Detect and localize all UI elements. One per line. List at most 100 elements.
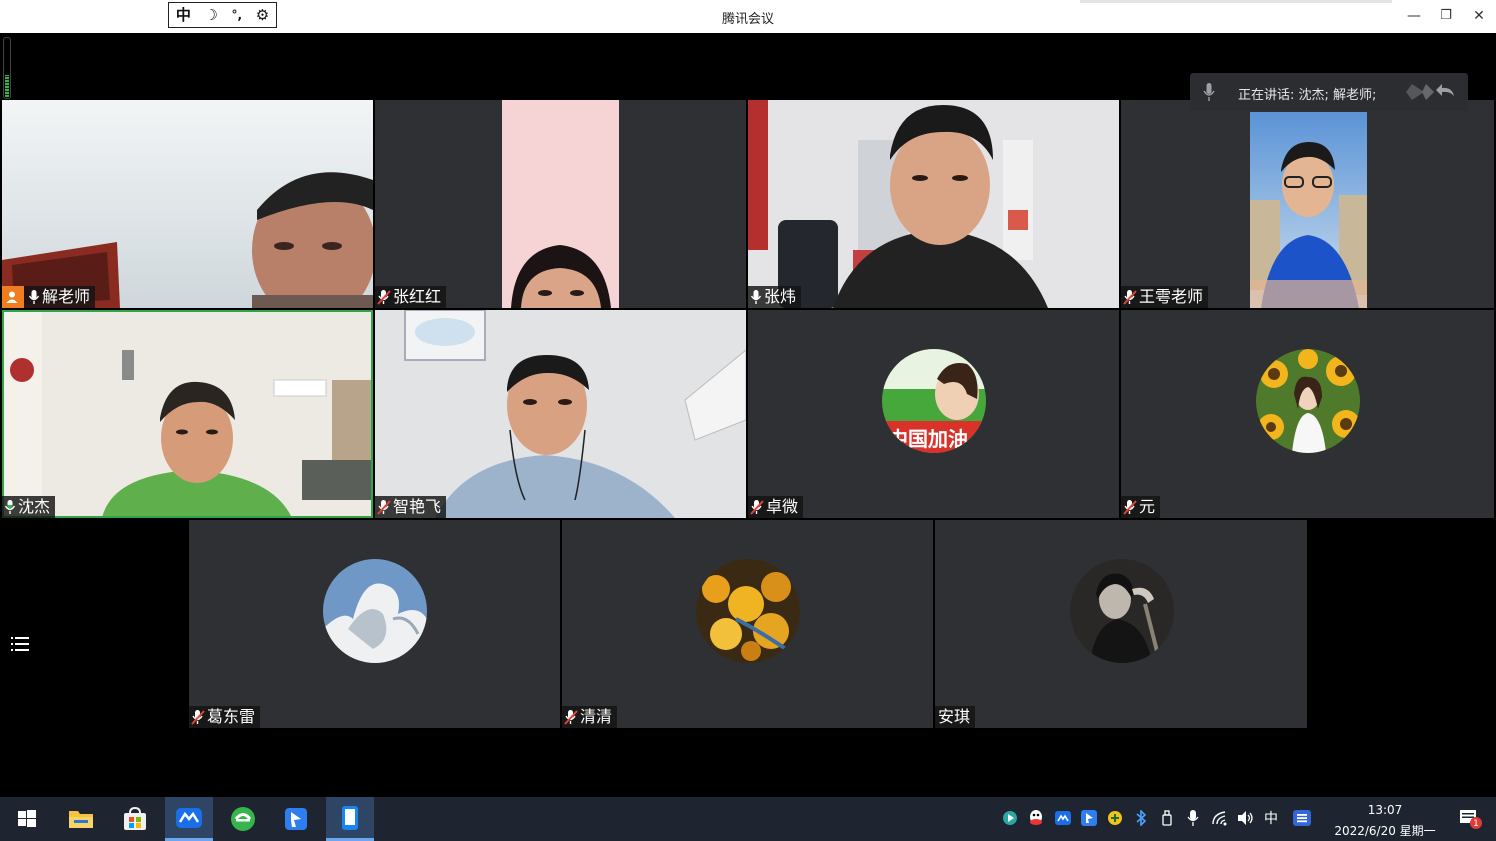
participant-name: 解老师 [42,287,91,306]
bluetooth-icon[interactable] [1132,809,1150,827]
microphone-icon [1203,83,1215,101]
video-feed [375,100,746,308]
taskbar: 中 1 [0,797,1496,841]
participant-name: 智艳飞 [393,497,442,516]
speaking-indicator: 正在讲话: 沈杰; 解老师; [1190,73,1468,111]
audio-level-fill [5,75,9,97]
start-button[interactable] [3,797,51,841]
feishu-tray-icon[interactable] [1080,809,1098,827]
host-badge-icon [2,286,24,308]
windows-icon [18,810,36,827]
participant-name: 卓微 [766,497,799,516]
tencent-meeting-button[interactable] [165,797,213,841]
phone-icon [342,805,358,830]
participant-name: 安琪 [938,707,971,726]
participant-name: 沈杰 [18,497,51,516]
restore-button[interactable]: ❐ [1436,6,1456,26]
participant-tile[interactable]: 张炜 [748,100,1119,308]
participant-name-tag: 张红红 [375,286,447,308]
participant-name: 元 [1139,497,1156,516]
feishu-icon [285,808,307,830]
video-feed [375,310,746,518]
feishu-button[interactable] [272,797,320,841]
ime-settings-icon[interactable] [1293,809,1311,827]
participant-name: 葛东雷 [207,707,256,726]
panel-controls-icon[interactable] [1404,82,1456,102]
store-button[interactable] [111,797,159,841]
participant-avatar [1070,559,1174,663]
participant-name-tag: 张炜 [748,286,802,308]
usb-drive-icon[interactable] [1158,809,1176,827]
tray-app-icon[interactable] [1001,809,1019,827]
video-feed [748,100,1119,308]
participant-tile[interactable]: 元 [1121,310,1494,518]
notification-center-icon[interactable]: 1 [1459,810,1483,829]
plus-badge-icon[interactable] [1106,809,1124,827]
overlay-edge [1080,0,1392,3]
microphone-icon [28,290,40,304]
microphone-muted-icon [750,500,764,515]
qq-icon[interactable] [1027,809,1045,827]
participant-name-tag: 安琪 [935,706,976,728]
participant-tile[interactable]: 智艳飞 [375,310,746,518]
video-feed [2,310,373,518]
tencent-meeting-icon [176,807,202,828]
participant-name: 王雩老师 [1139,287,1204,306]
folder-icon [69,811,93,828]
list-icon[interactable] [9,633,31,655]
participant-name-tag: 元 [1121,496,1161,518]
participant-name-tag: 沈杰 [2,496,56,518]
close-button[interactable]: ✕ [1469,6,1489,26]
participant-name: 清清 [580,707,613,726]
microphone-muted-icon [377,500,391,515]
participant-name-tag: 卓微 [748,496,804,518]
volume-icon[interactable] [1237,809,1255,827]
microphone-tray-icon[interactable] [1184,809,1202,827]
participant-name-tag: 智艳飞 [375,496,447,518]
participant-tile[interactable]: 解老师 [2,100,373,308]
notification-count: 1 [1473,819,1479,829]
participant-avatar [1256,349,1360,453]
participant-tile[interactable]: 安琪 [935,520,1307,728]
participant-name: 张炜 [764,287,797,306]
avatar-caption: 中国加油 [888,427,968,451]
clock-time[interactable]: 13:07 [1330,803,1440,817]
microphone-muted-icon [191,710,205,725]
file-explorer-button[interactable] [57,797,105,841]
audio-level-meter [3,37,11,99]
clock-date[interactable]: 2022/6/20 星期一 [1330,822,1440,839]
wifi-icon[interactable] [1211,809,1229,827]
participant-tile[interactable]: 张红红 [375,100,746,308]
participant-tile[interactable]: 王雩老师 [1121,100,1494,308]
tencent-meeting-tray-icon[interactable] [1054,809,1072,827]
video-feed [1121,100,1494,308]
video-feed [2,100,373,308]
participant-tile[interactable]: 沈杰 [2,310,373,518]
participant-tile[interactable]: 葛东雷 [189,520,560,728]
window-title: 腾讯会议 [721,12,774,27]
participant-avatar [323,559,427,663]
browser-icon [231,807,255,831]
microphone-muted-icon [1123,500,1137,515]
minimize-button[interactable]: — [1404,6,1424,26]
microphone-active-icon [4,500,16,514]
participant-name-tag: 清清 [562,706,618,728]
participant-tile[interactable]: 中国加油 卓微 [748,310,1119,518]
phone-link-button[interactable] [326,797,374,841]
participant-name-tag: 王雩老师 [1121,286,1209,308]
microphone-muted-icon [1123,290,1137,305]
store-icon [124,807,146,830]
participant-name-tag: 解老师 [2,286,96,308]
title-bar: 中 ☽ °, ⚙ 腾讯会议 — ❐ ✕ [0,0,1496,33]
browser-button[interactable] [219,797,267,841]
speaking-text: 正在讲话: 沈杰; 解老师; [1238,88,1377,103]
participant-name: 张红红 [393,287,442,306]
microphone-muted-icon [377,290,391,305]
participant-avatar: 中国加油 [882,349,986,453]
microphone-muted-icon [564,710,578,725]
participant-tile[interactable]: 清清 [562,520,933,728]
participant-avatar [696,559,800,663]
microphone-icon [750,290,762,304]
ime-mode-indicator[interactable]: 中 [1262,809,1280,827]
participant-name-tag: 葛东雷 [189,706,261,728]
